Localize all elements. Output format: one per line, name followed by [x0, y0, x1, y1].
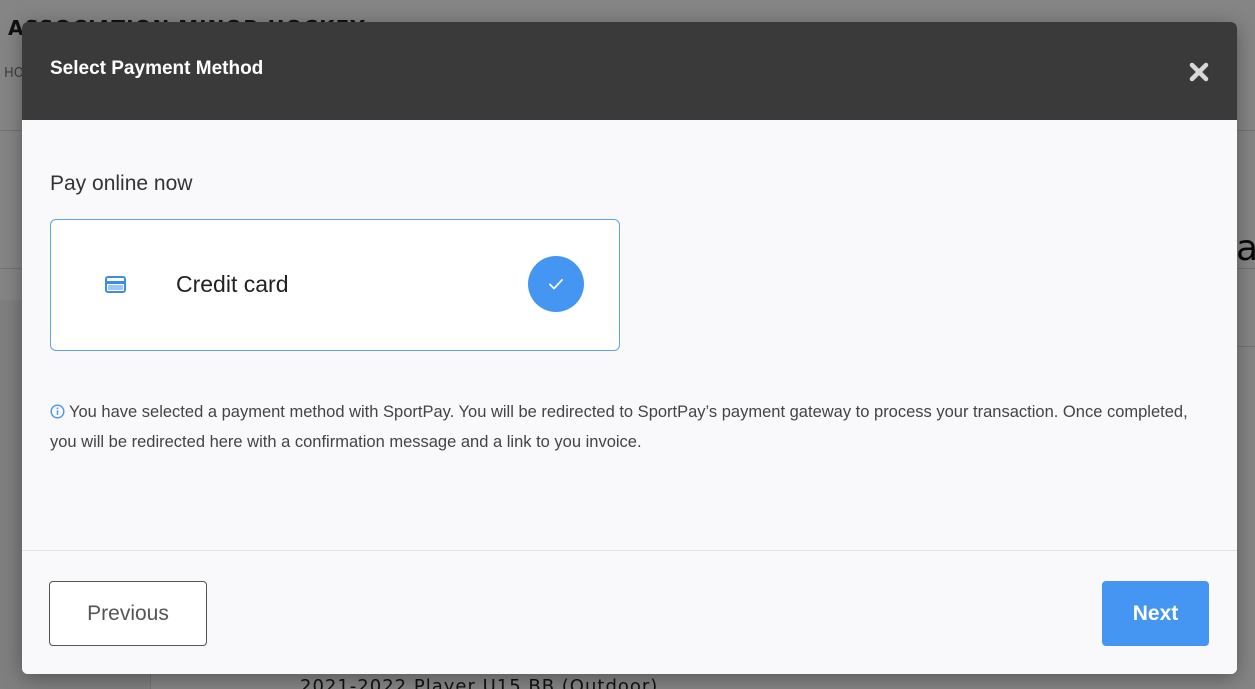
selected-check-icon — [528, 256, 584, 312]
modal-body: Pay online now Credit card You have sele… — [22, 120, 1237, 550]
modal-footer: Previous Next — [22, 551, 1237, 674]
info-icon — [50, 404, 65, 419]
modal-title: Select Payment Method — [50, 58, 264, 79]
next-button[interactable]: Next — [1102, 581, 1209, 646]
previous-button[interactable]: Previous — [49, 581, 207, 646]
info-message: You have selected a payment method with … — [50, 397, 1215, 457]
payment-method-modal: Select Payment Method Pay online now Cre… — [22, 22, 1237, 674]
info-message-text: You have selected a payment method with … — [50, 403, 1188, 451]
payment-method-label: Credit card — [176, 271, 289, 297]
section-label-pay-online: Pay online now — [50, 172, 193, 195]
close-icon — [1189, 62, 1209, 82]
credit-card-icon — [105, 276, 126, 293]
close-button[interactable] — [1179, 52, 1219, 92]
modal-header: Select Payment Method — [22, 22, 1237, 120]
payment-method-credit-card[interactable]: Credit card — [50, 219, 620, 351]
